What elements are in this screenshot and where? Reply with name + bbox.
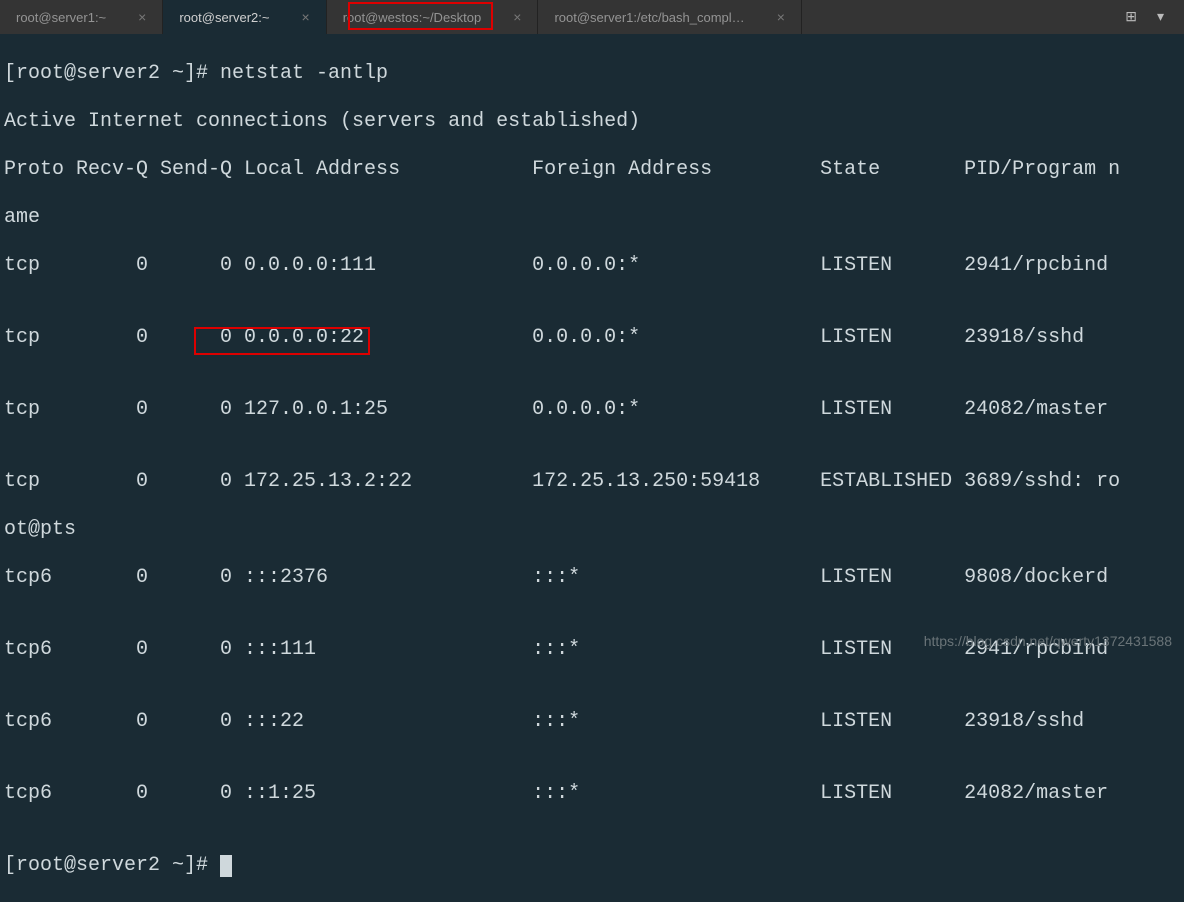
window-controls: ⊞ ▾ — [1125, 0, 1184, 34]
tab-westos[interactable]: root@westos:~/Desktop × — [327, 0, 539, 34]
prompt-text: [root@server2 ~]# — [4, 854, 220, 877]
tab-server1[interactable]: root@server1:~ × — [0, 0, 163, 34]
prompt-line: [root@server2 ~]# netstat -antlp — [4, 62, 1184, 86]
tab-label: root@server2:~ — [179, 10, 269, 25]
header-line: Active Internet connections (servers and… — [4, 110, 1184, 134]
close-icon[interactable]: × — [138, 9, 146, 25]
tab-bar: root@server1:~ × root@server2:~ × root@w… — [0, 0, 1184, 34]
prompt-line: [root@server2 ~]# — [4, 854, 1184, 878]
tab-bash-compl[interactable]: root@server1:/etc/bash_compl… × — [538, 0, 801, 34]
close-icon[interactable]: × — [302, 9, 310, 25]
netstat-row: tcp6 0 0 :::2376 :::* LISTEN 9808/docker… — [4, 566, 1184, 590]
columns-header-1: Proto Recv-Q Send-Q Local Address Foreig… — [4, 158, 1184, 182]
netstat-row: tcp6 0 0 ::1:25 :::* LISTEN 24082/master — [4, 782, 1184, 806]
tab-label: root@server1:/etc/bash_compl… — [554, 10, 744, 25]
close-icon[interactable]: × — [777, 9, 785, 25]
tab-label: root@westos:~/Desktop — [343, 10, 482, 25]
watermark: https://blog.csdn.net/qwerty1372431588 — [924, 633, 1172, 649]
netstat-row: tcp 0 0 0.0.0.0:111 0.0.0.0:* LISTEN 294… — [4, 254, 1184, 278]
terminal-output[interactable]: [root@server2 ~]# netstat -antlp Active … — [0, 34, 1184, 902]
netstat-row: tcp6 0 0 :::22 :::* LISTEN 23918/sshd — [4, 710, 1184, 734]
netstat-row: tcp 0 0 127.0.0.1:25 0.0.0.0:* LISTEN 24… — [4, 398, 1184, 422]
columns-header-2: ame — [4, 206, 1184, 230]
tab-label: root@server1:~ — [16, 10, 106, 25]
chevron-down-icon[interactable]: ▾ — [1157, 9, 1164, 26]
grid-icon[interactable]: ⊞ — [1125, 9, 1137, 26]
netstat-row: ot@pts — [4, 518, 1184, 542]
close-icon[interactable]: × — [513, 9, 521, 25]
netstat-row: tcp 0 0 172.25.13.2:22 172.25.13.250:594… — [4, 470, 1184, 494]
tab-server2[interactable]: root@server2:~ × — [163, 0, 326, 34]
netstat-row: tcp 0 0 0.0.0.0:22 0.0.0.0:* LISTEN 2391… — [4, 326, 1184, 350]
cursor — [220, 855, 232, 877]
